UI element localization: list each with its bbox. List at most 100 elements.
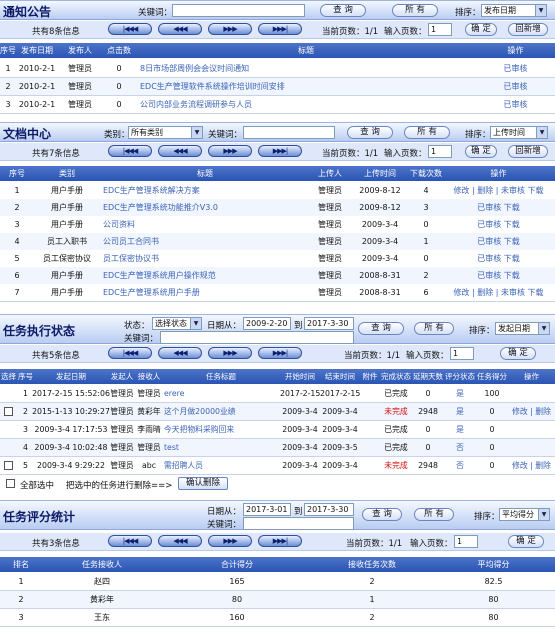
row-checkbox[interactable] bbox=[4, 461, 13, 470]
doc-actions[interactable]: 已审核 下载 bbox=[442, 250, 555, 267]
cell-end: 2009-3-5 bbox=[322, 443, 358, 452]
doc-actions[interactable]: 已审核 下载 bbox=[442, 267, 555, 284]
notice-next-page-button[interactable]: ▶▶▶ bbox=[208, 23, 252, 35]
col-header: 任务标题 bbox=[206, 372, 236, 381]
cell-times: 2 bbox=[369, 613, 375, 622]
tasks-date-from-input[interactable]: 2009-2-20 bbox=[243, 317, 291, 330]
cell-from: 管理员 bbox=[110, 389, 134, 398]
doc-title-link[interactable]: EDC生产管理系统功能推介V3.0 bbox=[103, 199, 308, 216]
notice-title-link[interactable]: 8日市场部周例会会议时间通知 bbox=[140, 60, 470, 77]
docs-keyword-input[interactable] bbox=[243, 126, 335, 139]
tasks-prev-page-button[interactable]: ◀◀◀ bbox=[158, 347, 202, 359]
row-checkbox[interactable] bbox=[4, 407, 13, 416]
notice-query-button[interactable]: 查 询 bbox=[320, 4, 366, 17]
tasks-table-header: 选择 序号 发起日期 发起人 接收人 任务标题 开始时间 结束时间 附件 完成状… bbox=[0, 369, 555, 384]
scores-first-page-button[interactable]: |◀◀◀ bbox=[108, 535, 152, 547]
tasks-date-to-input[interactable]: 2017-3-30 bbox=[304, 317, 354, 330]
task-actions[interactable]: 修改 | 删除 bbox=[508, 403, 555, 420]
cell-scored[interactable]: 否 bbox=[444, 439, 476, 456]
tasks-confirm-button[interactable]: 确 定 bbox=[500, 347, 536, 360]
task-title-link[interactable]: erere bbox=[164, 385, 278, 402]
notice-back-add-button[interactable]: 回新增 bbox=[508, 23, 548, 36]
table-row: 6 用户手册 EDC生产管理系统用户操作规范 管理员 2008-8-31 2 已… bbox=[0, 267, 555, 285]
notice-title-link[interactable]: EDC生产管理软件系统操作培训时间安排 bbox=[140, 78, 470, 95]
chevron-down-icon: ▼ bbox=[536, 127, 547, 138]
scores-next-page-button[interactable]: ▶▶▶ bbox=[208, 535, 252, 547]
cell-scored[interactable]: 是 bbox=[444, 421, 476, 438]
docs-first-page-button[interactable]: |◀◀◀ bbox=[108, 145, 152, 157]
doc-actions[interactable]: 修改 | 删除 | 未审核 下载 bbox=[442, 284, 555, 301]
notice-last-page-button[interactable]: ▶▶▶| bbox=[258, 23, 302, 35]
notice-keyword-input[interactable] bbox=[172, 4, 305, 17]
confirm-delete-button[interactable]: 确认删除 bbox=[178, 477, 228, 490]
cell-scored[interactable]: 是 bbox=[444, 403, 476, 420]
notice-page-input[interactable]: 1 bbox=[428, 23, 452, 36]
docs-next-page-button[interactable]: ▶▶▶ bbox=[208, 145, 252, 157]
cell-no: 5 bbox=[14, 254, 20, 263]
tasks-next-page-button[interactable]: ▶▶▶ bbox=[208, 347, 252, 359]
notice-all-button[interactable]: 所 有 bbox=[392, 4, 438, 17]
scores-all-button[interactable]: 所 有 bbox=[414, 508, 454, 521]
doc-title-link[interactable]: EDC生产管理系统用户操作规范 bbox=[103, 267, 308, 284]
select-all-checkbox[interactable] bbox=[6, 479, 15, 488]
docs-page-input[interactable]: 1 bbox=[428, 145, 452, 158]
review-status-link[interactable]: 已审核 bbox=[476, 78, 555, 95]
docs-back-add-button[interactable]: 回新增 bbox=[508, 145, 548, 158]
scores-count: 共有3条信息 bbox=[32, 539, 80, 549]
notice-title-link[interactable]: 公司内部业务流程调研参与人员 bbox=[140, 96, 470, 113]
docs-category-select[interactable]: 所有类别 ▼ bbox=[128, 126, 203, 139]
review-status-link[interactable]: 已审核 bbox=[476, 96, 555, 113]
scores-sort-select[interactable]: 平均得分 ▼ bbox=[499, 508, 550, 521]
col-header: 操作 bbox=[490, 169, 507, 178]
scores-query-button[interactable]: 查 询 bbox=[362, 508, 402, 521]
cell-to: abc bbox=[141, 461, 156, 470]
notice-sort-label: 排序： bbox=[455, 8, 481, 18]
doc-title-link[interactable]: 员工保密协议书 bbox=[103, 250, 308, 267]
docs-query-button[interactable]: 查 询 bbox=[347, 126, 393, 139]
tasks-first-page-button[interactable]: |◀◀◀ bbox=[108, 347, 152, 359]
tasks-query-button[interactable]: 查 询 bbox=[358, 322, 404, 335]
cell-scored[interactable]: 是 bbox=[444, 385, 476, 402]
docs-last-page-button[interactable]: ▶▶▶| bbox=[258, 145, 302, 157]
cell-no: 3 bbox=[14, 220, 20, 229]
scores-confirm-button[interactable]: 确 定 bbox=[508, 535, 544, 548]
tasks-page-input-label: 输入页数： bbox=[406, 351, 449, 361]
tasks-sort-select[interactable]: 发起日期 ▼ bbox=[495, 322, 550, 335]
scores-last-page-button[interactable]: ▶▶▶| bbox=[258, 535, 302, 547]
doc-title-link[interactable]: 公司资料 bbox=[103, 216, 308, 233]
review-status-link[interactable]: 已审核 bbox=[476, 60, 555, 77]
notice-sort-select[interactable]: 发布日期 ▼ bbox=[481, 4, 547, 17]
notice-first-page-button[interactable]: |◀◀◀ bbox=[108, 23, 152, 35]
doc-actions[interactable]: 已审核 下载 bbox=[442, 233, 555, 250]
doc-title-link[interactable]: EDC生产管理系统解决方案 bbox=[103, 182, 308, 199]
docs-confirm-button[interactable]: 确 定 bbox=[465, 145, 497, 158]
task-title-link[interactable]: 需招聘人员 bbox=[164, 457, 278, 474]
tasks-last-page-button[interactable]: ▶▶▶| bbox=[258, 347, 302, 359]
scores-page-input[interactable]: 1 bbox=[454, 535, 478, 548]
docs-prev-page-button[interactable]: ◀◀◀ bbox=[158, 145, 202, 157]
scores-date-from-input[interactable]: 2017-3-01 bbox=[243, 503, 291, 516]
task-actions[interactable]: 修改 | 删除 bbox=[508, 457, 555, 474]
notice-prev-page-button[interactable]: ◀◀◀ bbox=[158, 23, 202, 35]
cell-delay: 2948 bbox=[418, 461, 438, 470]
tasks-page-input[interactable]: 1 bbox=[450, 347, 474, 360]
notice-confirm-button[interactable]: 确 定 bbox=[465, 23, 497, 36]
scores-date-to-input[interactable]: 2017-3-30 bbox=[304, 503, 354, 516]
task-title-link[interactable]: 今天把物料采购回来 bbox=[164, 421, 278, 438]
tasks-keyword-input[interactable] bbox=[160, 331, 354, 344]
docs-sort-select[interactable]: 上传时间 ▼ bbox=[490, 126, 548, 139]
scores-prev-page-button[interactable]: ◀◀◀ bbox=[158, 535, 202, 547]
doc-actions[interactable]: 已审核 下载 bbox=[442, 216, 555, 233]
scores-keyword-input[interactable] bbox=[243, 517, 354, 530]
doc-title-link[interactable]: 公司员工合同书 bbox=[103, 233, 308, 250]
docs-all-button[interactable]: 所 有 bbox=[404, 126, 450, 139]
tasks-status-select[interactable]: 选择状态 ▼ bbox=[152, 317, 202, 330]
doc-title-link[interactable]: EDC生产管理系统用户手册 bbox=[103, 284, 308, 301]
doc-actions[interactable]: 修改 | 删除 | 未审核 下载 bbox=[442, 182, 555, 199]
task-title-link[interactable]: 这个月做20000业绩 bbox=[164, 403, 278, 420]
col-header: 延期天数 bbox=[413, 372, 443, 381]
tasks-all-button[interactable]: 所 有 bbox=[414, 322, 454, 335]
cell-scored[interactable]: 否 bbox=[444, 457, 476, 474]
task-title-link[interactable]: test bbox=[164, 439, 278, 456]
doc-actions[interactable]: 已审核 下载 bbox=[442, 199, 555, 216]
